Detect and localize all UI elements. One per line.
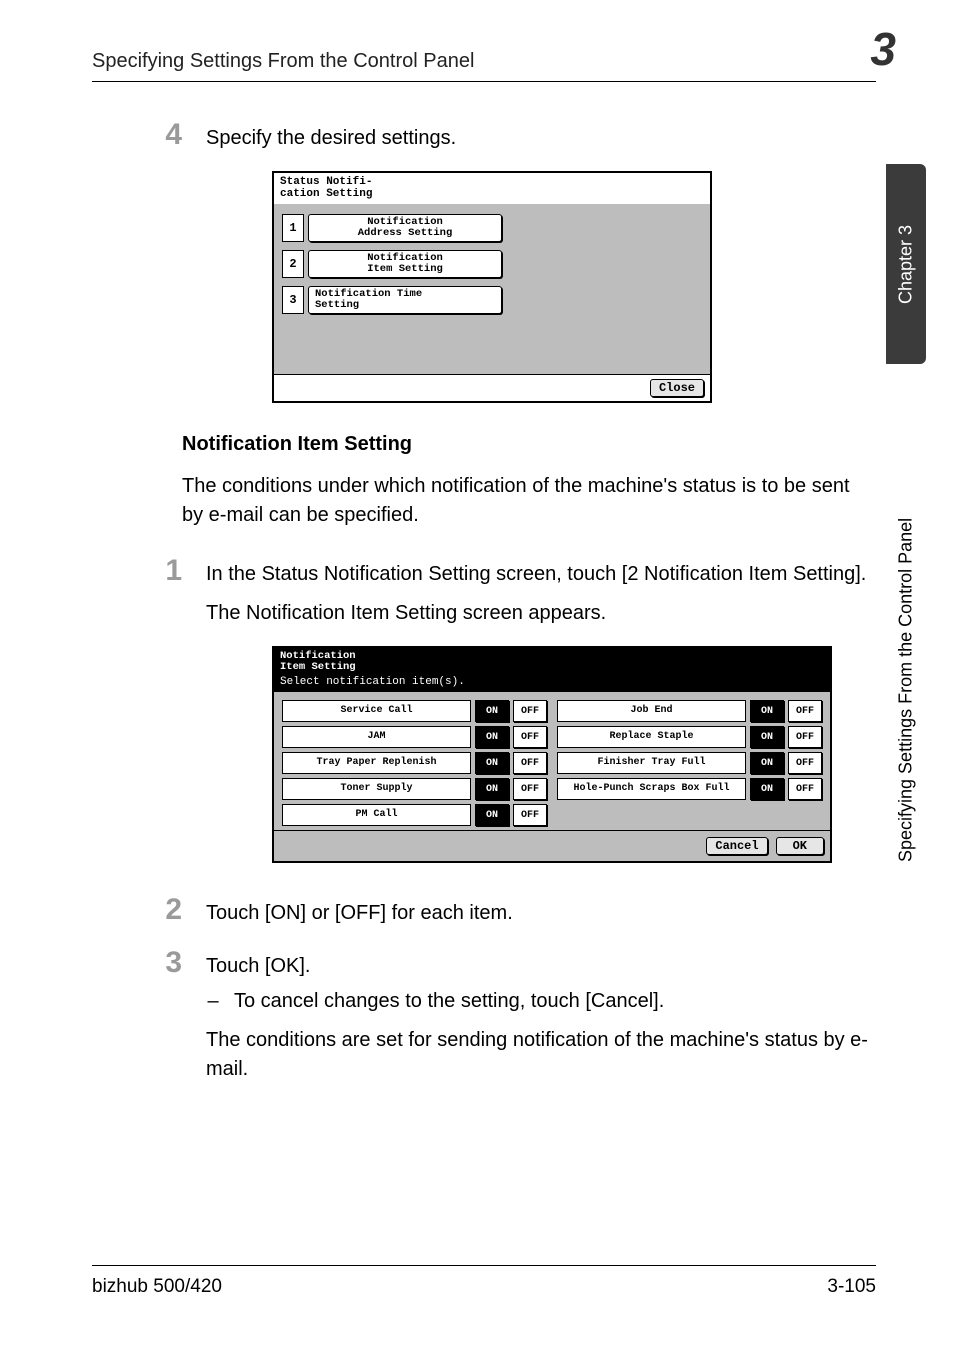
notification-address-setting-button[interactable]: Notification Address Setting	[308, 214, 502, 242]
lcd1-body: 1 Notification Address Setting 2 Notific…	[274, 204, 710, 374]
on-button[interactable]: ON	[475, 700, 509, 722]
lcd2-subtitle: Select notification item(s).	[274, 676, 830, 692]
page: Specifying Settings From the Control Pan…	[0, 0, 954, 1352]
step-text: Specify the desired settings.	[206, 118, 876, 153]
cancel-button[interactable]: Cancel	[706, 837, 767, 855]
on-button[interactable]: ON	[475, 726, 509, 748]
step3-dash-text: To cancel changes to the setting, touch …	[234, 987, 664, 1016]
step3-dash-row: – To cancel changes to the setting, touc…	[206, 987, 876, 1016]
lcd2-grid: Service Call ON OFF Job End ON OFF JAM	[282, 700, 822, 826]
off-button[interactable]: OFF	[788, 752, 822, 774]
chapter-corner-number: 3	[870, 22, 896, 76]
lcd1-btn-line2: Address Setting	[315, 228, 495, 239]
off-button[interactable]: OFF	[513, 700, 547, 722]
on-button[interactable]: ON	[750, 752, 784, 774]
section-tab: Specifying Settings From the Control Pan…	[886, 420, 926, 960]
lcd2-panel: Notification Item Setting Select notific…	[272, 646, 832, 863]
on-button[interactable]: ON	[475, 752, 509, 774]
lcd2-title-line2: Item Setting	[280, 662, 824, 673]
lcd2-cell: PM Call ON OFF	[282, 804, 547, 826]
lcd1-btn-line2: Item Setting	[315, 264, 495, 275]
footer-right: 3-105	[827, 1276, 876, 1298]
off-button[interactable]: OFF	[788, 778, 822, 800]
step-2: 2 Touch [ON] or [OFF] for each item.	[92, 893, 876, 928]
lcd2-cell: Tray Paper Replenish ON OFF	[282, 752, 547, 774]
item-job-end: Job End	[557, 700, 746, 722]
lcd1-row: 1 Notification Address Setting	[282, 214, 702, 242]
chapter-tab: Chapter 3	[886, 164, 926, 364]
item-service-call: Service Call	[282, 700, 471, 722]
lcd2-body: Service Call ON OFF Job End ON OFF JAM	[274, 692, 830, 830]
lcd2-cell: Toner Supply ON OFF	[282, 778, 547, 800]
step-text: Touch [ON] or [OFF] for each item.	[206, 893, 876, 928]
step-text: Touch [OK]. – To cancel changes to the s…	[206, 946, 876, 1084]
ok-button[interactable]: OK	[776, 837, 824, 855]
lcd1-row: 2 Notification Item Setting	[282, 250, 702, 278]
item-hole-punch-scraps: Hole-Punch Scraps Box Full	[557, 778, 746, 800]
on-button[interactable]: ON	[750, 778, 784, 800]
step1-sub: The Notification Item Setting screen app…	[206, 599, 876, 628]
lcd-screenshot-notification-item: Notification Item Setting Select notific…	[272, 646, 876, 863]
item-finisher-tray-full: Finisher Tray Full	[557, 752, 746, 774]
lcd1-footer: Close	[274, 374, 710, 401]
section-heading: Notification Item Setting	[182, 433, 876, 456]
off-button[interactable]: OFF	[513, 804, 547, 826]
lcd1-btn-line2: Setting	[315, 300, 495, 311]
step-number: 3	[92, 946, 182, 980]
lcd1-row: 3 Notification Time Setting	[282, 286, 702, 314]
lcd-screenshot-status-notification: Status Notifi- cation Setting 1 Notifica…	[272, 171, 876, 403]
item-tray-paper-replenish: Tray Paper Replenish	[282, 752, 471, 774]
notification-item-setting-button[interactable]: Notification Item Setting	[308, 250, 502, 278]
content: 4 Specify the desired settings. Status N…	[92, 118, 876, 1084]
lcd2-cell: Job End ON OFF	[557, 700, 822, 722]
on-button[interactable]: ON	[475, 778, 509, 800]
lcd2-cell: Service Call ON OFF	[282, 700, 547, 722]
on-button[interactable]: ON	[475, 804, 509, 826]
running-title: Specifying Settings From the Control Pan…	[92, 50, 474, 73]
footer-left: bizhub 500/420	[92, 1276, 222, 1298]
lcd2-cell: Hole-Punch Scraps Box Full ON OFF	[557, 778, 822, 800]
item-pm-call: PM Call	[282, 804, 471, 826]
step-number: 4	[92, 118, 182, 152]
notification-time-setting-button[interactable]: Notification Time Setting	[308, 286, 502, 314]
lcd1-row-index: 2	[282, 250, 304, 278]
off-button[interactable]: OFF	[513, 752, 547, 774]
lcd2-cell: Finisher Tray Full ON OFF	[557, 752, 822, 774]
step3-after: The conditions are set for sending notif…	[206, 1026, 876, 1084]
step-number: 2	[92, 893, 182, 927]
item-replace-staple: Replace Staple	[557, 726, 746, 748]
off-button[interactable]: OFF	[513, 726, 547, 748]
off-button[interactable]: OFF	[513, 778, 547, 800]
step-text: In the Status Notification Setting scree…	[206, 554, 876, 628]
section-paragraph: The conditions under which notification …	[182, 472, 876, 530]
header-row: Specifying Settings From the Control Pan…	[92, 50, 876, 82]
lcd2-footer: Cancel OK	[274, 830, 830, 861]
lcd1-row-index: 3	[282, 286, 304, 314]
lcd1-title-line1: Status Notifi-	[280, 177, 704, 189]
step-3: 3 Touch [OK]. – To cancel changes to the…	[92, 946, 876, 1084]
lcd2-empty-cell	[557, 804, 822, 826]
step3-main: Touch [OK].	[206, 952, 876, 981]
item-toner-supply: Toner Supply	[282, 778, 471, 800]
lcd2-cell: Replace Staple ON OFF	[557, 726, 822, 748]
close-button[interactable]: Close	[650, 379, 704, 397]
lcd2-cell: JAM ON OFF	[282, 726, 547, 748]
step-number: 1	[92, 554, 182, 588]
lcd1-panel: Status Notifi- cation Setting 1 Notifica…	[272, 171, 712, 403]
page-footer: bizhub 500/420 3-105	[92, 1265, 876, 1298]
dash-icon: –	[206, 987, 220, 1016]
lcd2-title: Notification Item Setting	[274, 648, 830, 676]
on-button[interactable]: ON	[750, 726, 784, 748]
step-1: 1 In the Status Notification Setting scr…	[92, 554, 876, 628]
off-button[interactable]: OFF	[788, 700, 822, 722]
lcd1-title-line2: cation Setting	[280, 189, 704, 201]
step-4: 4 Specify the desired settings.	[92, 118, 876, 153]
lcd2-title-line1: Notification	[280, 651, 824, 662]
lcd1-row-index: 1	[282, 214, 304, 242]
on-button[interactable]: ON	[750, 700, 784, 722]
item-jam: JAM	[282, 726, 471, 748]
lcd1-title: Status Notifi- cation Setting	[274, 173, 710, 204]
step1-main: In the Status Notification Setting scree…	[206, 560, 876, 589]
off-button[interactable]: OFF	[788, 726, 822, 748]
